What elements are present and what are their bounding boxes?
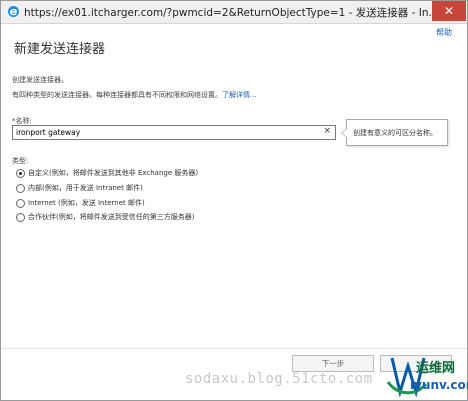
name-tooltip: 创建有意义的可区分名称。 xyxy=(341,119,448,146)
help-link[interactable]: 帮助 xyxy=(436,27,452,38)
radio-selected-icon[interactable] xyxy=(16,169,25,178)
name-input[interactable]: ironport gateway × xyxy=(12,125,336,140)
clear-icon[interactable]: × xyxy=(323,126,331,136)
type-option-label: Internet (例如，发送 Internet 邮件) xyxy=(28,199,145,207)
type-option-label: 内部(例如，用于发送 Intranet 邮件) xyxy=(28,184,143,192)
intro-line: 创建发送连接器。 xyxy=(12,76,68,84)
logo-main-text: 运维网 xyxy=(416,361,456,376)
window-title: https://ex01.itcharger.com/?pwmcid=2&Ret… xyxy=(24,7,439,19)
name-input-value[interactable]: ironport gateway xyxy=(16,128,80,137)
intro-description-text: 有四种类型的发送连接器。每种连接器都具有不同权限和网络设置。 xyxy=(12,91,222,99)
radio-icon[interactable] xyxy=(16,213,25,222)
type-option-label: 合作伙伴(例如，将邮件发送到受信任的第三方服务器) xyxy=(28,213,195,221)
name-tooltip-text: 创建有意义的可区分名称。 xyxy=(353,129,437,137)
radio-icon[interactable] xyxy=(16,184,25,193)
logo-sub-text: iyunv.com xyxy=(410,378,468,392)
learn-more-link[interactable]: 了解详情... xyxy=(222,91,257,99)
intro-description: 有四种类型的发送连接器。每种连接器都具有不同权限和网络设置。了解详情... xyxy=(12,90,257,100)
next-button[interactable]: 下一步 xyxy=(292,355,374,372)
title-bar: https://ex01.itcharger.com/?pwmcid=2&Ret… xyxy=(1,1,467,24)
type-option-label: 自定义(例如，将邮件发送到其他非 Exchange 服务器) xyxy=(28,169,199,177)
next-button-label: 下一步 xyxy=(321,359,345,368)
footer-divider xyxy=(1,348,467,349)
ie-browser-icon xyxy=(8,6,19,17)
radio-icon[interactable] xyxy=(16,199,25,208)
page-title: 新建发送连接器 xyxy=(14,42,106,57)
type-label: 类型: xyxy=(12,157,29,165)
watermark-text: sodaxu.blog.51cto.com xyxy=(185,371,373,387)
window-close-button[interactable]: ✕ xyxy=(432,1,466,21)
